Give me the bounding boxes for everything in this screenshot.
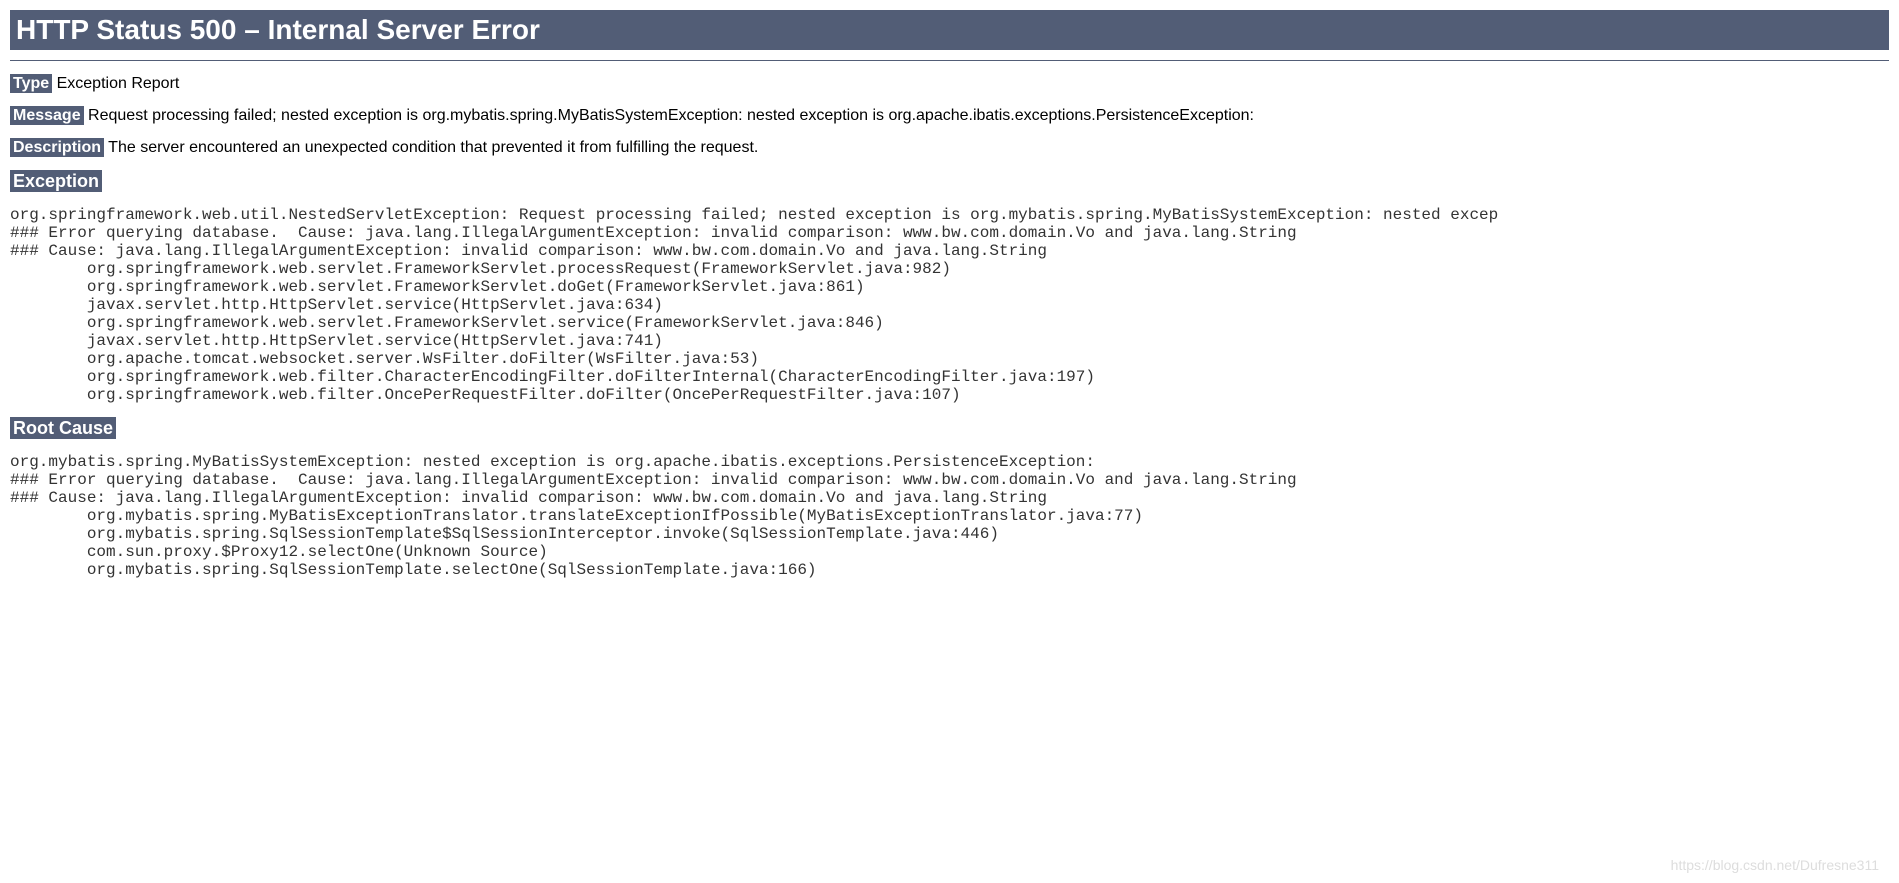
- root-cause-heading: Root Cause: [10, 417, 116, 439]
- exception-heading: Exception: [10, 170, 102, 192]
- type-row: Type Exception Report: [10, 75, 1889, 93]
- message-label: Message: [10, 106, 84, 125]
- watermark: https://blog.csdn.net/Dufresne311: [1671, 857, 1879, 873]
- description-row: Description The server encountered an un…: [10, 139, 1889, 157]
- type-value: Exception Report: [52, 75, 179, 92]
- root-cause-trace: org.mybatis.spring.MyBatisSystemExceptio…: [10, 453, 1889, 579]
- message-row: Message Request processing failed; neste…: [10, 107, 1889, 125]
- description-label: Description: [10, 138, 104, 157]
- exception-trace: org.springframework.web.util.NestedServl…: [10, 206, 1889, 404]
- page-title: HTTP Status 500 – Internal Server Error: [10, 10, 1889, 50]
- type-label: Type: [10, 74, 52, 93]
- message-value: Request processing failed; nested except…: [84, 107, 1254, 124]
- root-cause-heading-row: Root Cause: [10, 418, 1889, 439]
- exception-heading-row: Exception: [10, 171, 1889, 192]
- description-value: The server encountered an unexpected con…: [104, 139, 758, 156]
- divider: [10, 60, 1889, 61]
